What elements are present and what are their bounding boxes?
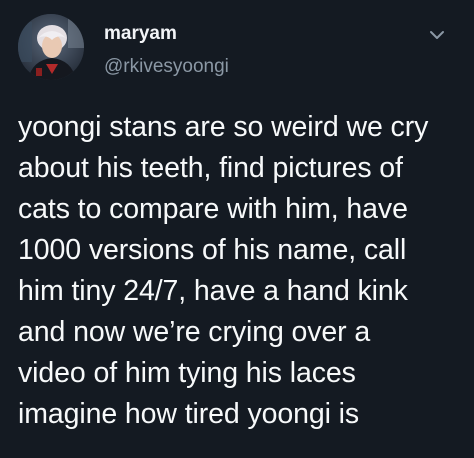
- tweet-text-line: about his teeth, find pictures of: [18, 152, 403, 184]
- display-name[interactable]: maryam: [104, 22, 177, 46]
- tweet-text-line: 1000 versions of his name, call: [18, 234, 407, 266]
- user-handle[interactable]: @rkivesyoongi: [104, 55, 229, 79]
- tweet-text-line: and now we’re crying over a: [18, 316, 371, 348]
- tweet-text-line: imagine how tired yoongi is: [18, 398, 360, 430]
- tweet-text-line: video of him tying his laces: [18, 357, 356, 389]
- avatar[interactable]: [18, 14, 84, 80]
- tweet-text-line: yoongi stans are so weird we cry: [18, 111, 429, 143]
- chevron-down-icon[interactable]: [426, 24, 448, 46]
- tweet-card: maryam @rkivesyoongi yoongi stans are so…: [0, 0, 474, 458]
- tweet-text-line: him tiny 24/7, have a hand kink: [18, 275, 408, 307]
- tweet-text: yoongi stans are so weird we cry about h…: [18, 107, 468, 435]
- avatar-photo: [18, 14, 84, 80]
- tweet-text-line: cats to compare with him, have: [18, 193, 408, 225]
